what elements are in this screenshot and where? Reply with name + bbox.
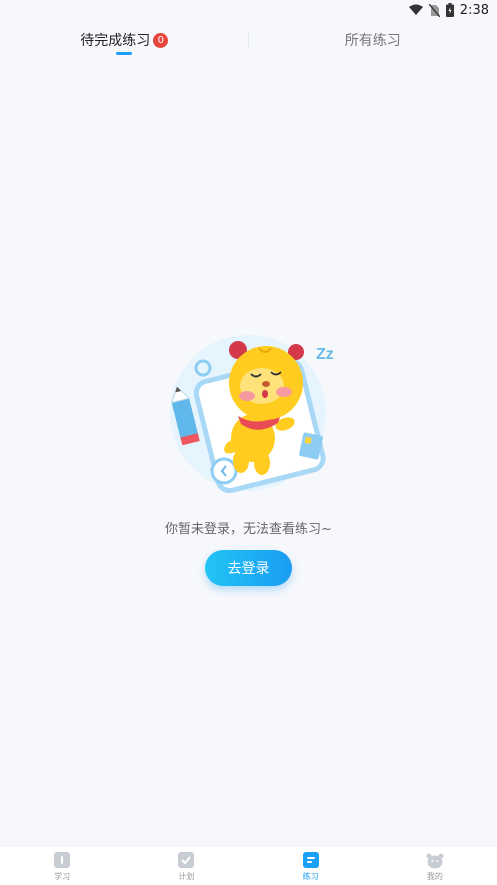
active-tab-indicator [116, 52, 133, 55]
nav-label-practice: 练习 [302, 872, 319, 881]
tab-pending-label: 待完成练习 [80, 33, 151, 49]
wifi-icon [408, 4, 423, 16]
practice-icon [302, 852, 320, 869]
book-icon [53, 852, 71, 869]
tab-pending-practice[interactable]: 待完成练习 0 [0, 22, 249, 58]
sleeping-lion-illustration: Zz [163, 328, 338, 494]
nav-item-practice[interactable]: 练习 [249, 846, 373, 885]
status-bar: 2:38 [0, 0, 497, 20]
no-sim-icon [428, 3, 440, 17]
not-logged-in-message: 你暂未登录，无法查看练习~ [165, 522, 332, 537]
tab-all-label: 所有练习 [344, 33, 401, 49]
tab-all-practice[interactable]: 所有练习 [249, 22, 497, 58]
nav-item-profile[interactable]: 我的 [373, 846, 497, 885]
nav-item-study[interactable]: 学习 [0, 846, 124, 885]
battery-charging-icon [445, 3, 454, 17]
nav-label-plan: 计划 [178, 872, 195, 881]
go-login-button[interactable]: 去登录 [205, 550, 292, 586]
tab-divider [248, 33, 249, 47]
status-time: 2:38 [459, 2, 489, 18]
profile-icon [426, 852, 444, 869]
bottom-nav: 学习 计划 练习 我的 [0, 845, 497, 885]
nav-label-study: 学习 [54, 872, 71, 881]
nav-item-plan[interactable]: 计划 [124, 846, 248, 885]
plan-check-icon [177, 852, 195, 869]
pending-count-badge: 0 [153, 32, 169, 48]
zz-text: Zz [316, 346, 334, 363]
nav-label-profile: 我的 [426, 872, 443, 881]
